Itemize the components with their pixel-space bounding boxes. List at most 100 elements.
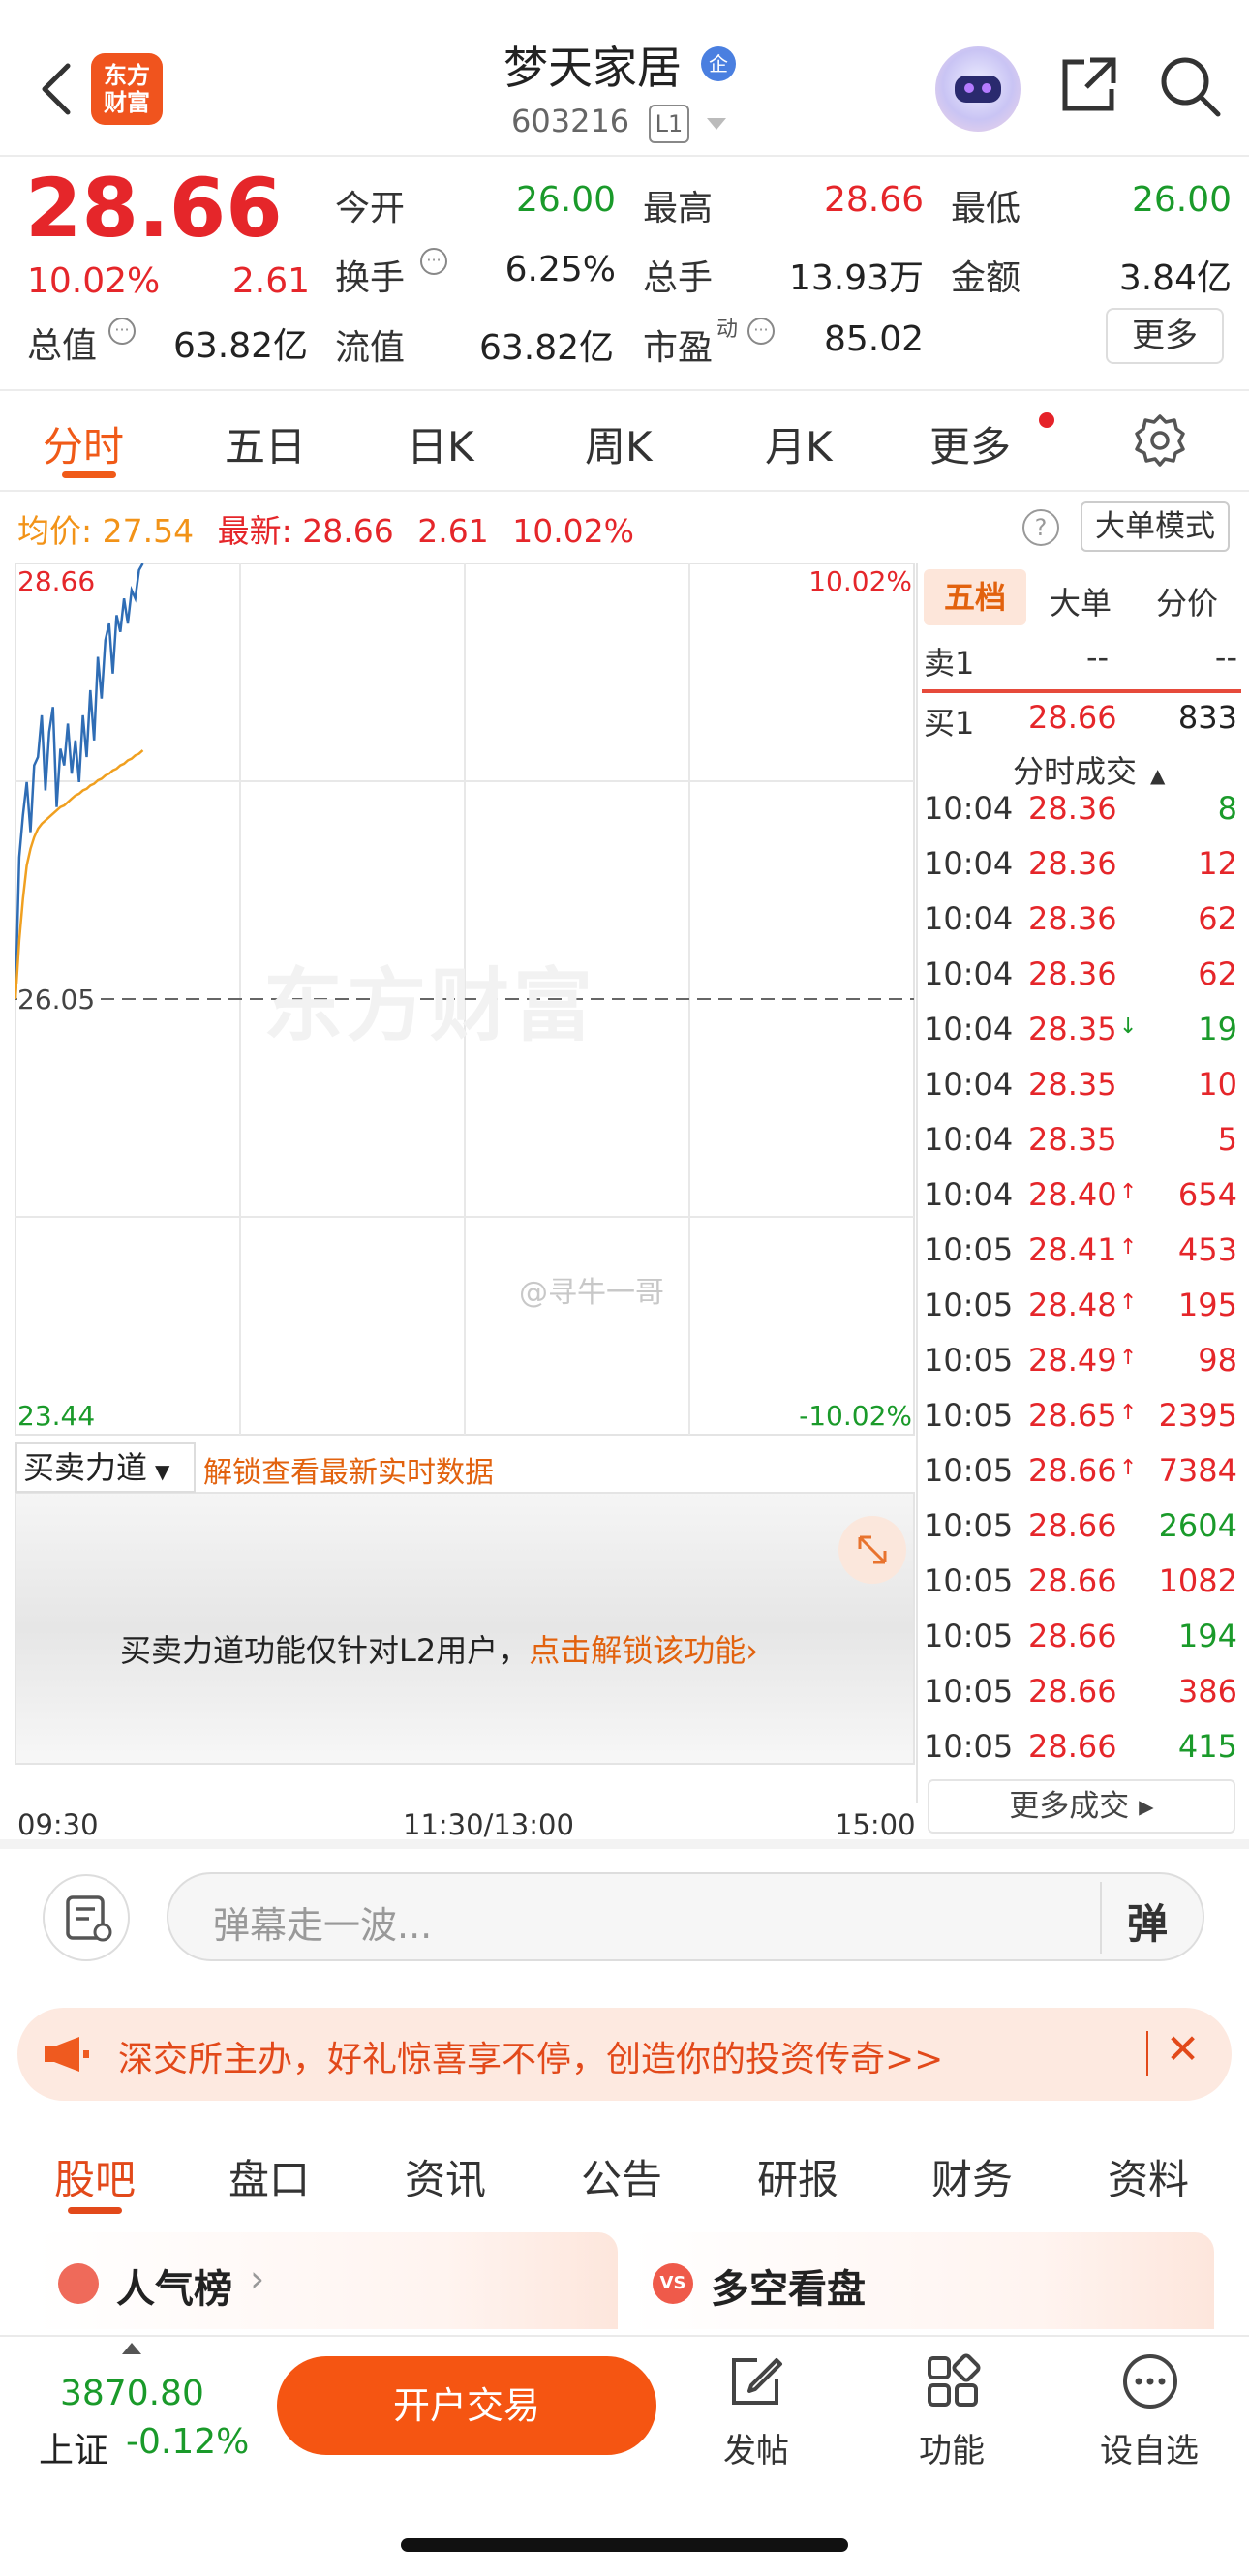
trade-time: 10:05 <box>924 1507 1014 1544</box>
side-tab-price-dist[interactable]: 分价 <box>1156 579 1218 623</box>
settings-gear-icon[interactable] <box>1133 412 1187 467</box>
features-label[interactable]: 功能 <box>889 2424 1015 2471</box>
share-icon[interactable] <box>1057 54 1119 116</box>
avg-price: 27.54 <box>102 512 195 550</box>
trade-price: 28.36 <box>1028 955 1117 992</box>
open-account-trade-button[interactable]: 开户交易 <box>277 2356 656 2455</box>
features-icon[interactable] <box>922 2350 984 2412</box>
long-short-title: 多空看盘 <box>711 2267 866 2312</box>
tab-daily-k[interactable]: 日K <box>407 414 474 473</box>
trade-price: 28.35 <box>1028 1121 1117 1158</box>
tab-more[interactable]: 更多 <box>929 414 1011 473</box>
danmu-settings-icon[interactable] <box>43 1874 130 1961</box>
index-name[interactable]: 上证 <box>39 2422 108 2472</box>
popularity-card[interactable]: 人气榜 › <box>35 2232 618 2329</box>
help-icon[interactable]: ? <box>1022 509 1059 546</box>
l2-notice: 买卖力道功能仅针对L2用户，点击解锁该功能› <box>120 1632 759 1669</box>
stat-label-amount: 金额 <box>951 258 1021 298</box>
dropdown-caret-icon[interactable] <box>707 118 726 130</box>
stat-low: 26.00 <box>1131 180 1232 220</box>
info-icon[interactable]: ··· <box>420 248 447 275</box>
search-icon[interactable] <box>1158 54 1222 118</box>
post-icon[interactable] <box>724 2350 786 2412</box>
more-stats-button[interactable]: 更多 <box>1106 308 1224 364</box>
stat-label-turnover: 换手 <box>335 258 406 298</box>
trade-price: 28.35 <box>1028 1066 1117 1103</box>
info-icon[interactable]: ··· <box>747 318 775 345</box>
info-icon[interactable]: ··· <box>108 318 136 345</box>
trade-time: 10:04 <box>924 1176 1014 1213</box>
tab-forum[interactable]: 股吧 <box>54 2147 136 2206</box>
more-trades-button[interactable]: 更多成交 ▸ <box>928 1779 1235 1834</box>
x-tick-close: 15:00 <box>835 1808 916 1841</box>
indicator-select[interactable]: 买卖力道 ▼ <box>15 1442 196 1493</box>
tab-research[interactable]: 研报 <box>757 2147 838 2206</box>
danmu-placeholder: 弹幕走一波... <box>213 1904 433 1947</box>
avg-price-label: 均价: <box>17 512 93 550</box>
post-label[interactable]: 发帖 <box>693 2424 819 2471</box>
stat-label-high: 最高 <box>643 189 714 228</box>
active-tab-indicator <box>62 471 116 478</box>
tab-order-book[interactable]: 盘口 <box>228 2147 310 2206</box>
image-credit: @寻牛一哥 <box>519 1276 664 1310</box>
long-short-card[interactable]: VS 多空看盘 <box>629 2232 1214 2329</box>
promo-banner[interactable]: 深交所主办，好礼惊喜享不停，创造你的投资传奇>> ✕ <box>17 2008 1232 2101</box>
trade-price: 28.66 <box>1028 1618 1117 1654</box>
index-change[interactable]: -0.12% <box>126 2422 249 2462</box>
side-tab-five-levels[interactable]: 五档 <box>924 569 1026 625</box>
popularity-title: 人气榜 <box>116 2267 232 2312</box>
up-arrow-icon: ↑ <box>1119 1235 1138 1259</box>
y-label-bottom-pct: -10.02% <box>799 1400 912 1432</box>
banner-close-icon[interactable]: ✕ <box>1166 2025 1200 2073</box>
stat-label-low: 最低 <box>951 189 1021 228</box>
trade-price: 28.48 <box>1028 1287 1117 1323</box>
y-label-ref: 26.05 <box>17 984 96 1015</box>
danmu-input[interactable]: 弹幕走一波... 弹 <box>167 1872 1204 1961</box>
assistant-avatar[interactable] <box>935 46 1021 132</box>
tab-news[interactable]: 资讯 <box>405 2147 486 2206</box>
trade-row: 10:05 28.66 ↑ 7384 <box>922 1452 1241 1507</box>
trade-volume: 386 <box>1177 1673 1237 1710</box>
brand-logo: 东方 财富 <box>91 53 163 125</box>
tab-five-day[interactable]: 五日 <box>225 414 306 473</box>
add-watchlist-label[interactable]: 设自选 <box>1086 2424 1212 2471</box>
add-watchlist-icon[interactable] <box>1119 2350 1181 2412</box>
danmu-toggle-icon[interactable]: 弹 <box>1127 1892 1168 1951</box>
tab-finance[interactable]: 财务 <box>931 2147 1013 2206</box>
tab-profile[interactable]: 资料 <box>1108 2147 1189 2206</box>
buy-1-row: 买1 28.66 833 <box>924 699 1237 742</box>
stat-float-value: 63.82亿 <box>478 328 614 368</box>
unlock-realtime-link[interactable]: 解锁查看最新实时数据 <box>203 1448 494 1491</box>
trade-time: 10:05 <box>924 1231 1014 1268</box>
trade-row: 10:05 28.66 386 <box>922 1673 1241 1728</box>
trade-price: 28.66 <box>1028 1673 1117 1710</box>
trade-volume: 415 <box>1177 1728 1237 1765</box>
intraday-chart[interactable] <box>15 563 916 1803</box>
trade-time: 10:04 <box>924 1011 1014 1047</box>
stat-label-total-value: 总值 <box>27 326 98 366</box>
trades-title[interactable]: 分时成交 ▲ <box>1013 747 1165 792</box>
tab-weekly-k[interactable]: 周K <box>585 414 653 473</box>
tab-intraday[interactable]: 分时 <box>43 414 124 473</box>
index-value[interactable]: 3870.80 <box>60 2374 204 2413</box>
latest-percent: 10.02% <box>512 512 635 550</box>
trade-time: 10:05 <box>924 1562 1014 1599</box>
expand-icon[interactable] <box>838 1516 906 1584</box>
down-arrow-icon: ↓ <box>1119 1015 1138 1039</box>
trade-volume: 98 <box>1198 1342 1237 1379</box>
back-icon[interactable] <box>35 60 77 118</box>
trade-row: 10:04 28.36 12 <box>922 845 1241 900</box>
latest-change: 2.61 <box>417 512 489 550</box>
trade-row: 10:05 28.66 194 <box>922 1618 1241 1673</box>
tab-announcements[interactable]: 公告 <box>581 2147 662 2206</box>
section-gap <box>0 1839 1249 1849</box>
side-tab-big-order[interactable]: 大单 <box>1050 579 1112 623</box>
home-indicator <box>401 2538 848 2552</box>
tab-monthly-k[interactable]: 月K <box>765 414 833 473</box>
unlock-feature-link[interactable]: 点击解锁该功能 <box>529 1632 746 1669</box>
trade-time: 10:05 <box>924 1452 1014 1489</box>
y-label-bottom: 23.44 <box>17 1400 96 1432</box>
trade-price: 28.40 <box>1028 1176 1117 1213</box>
big-order-mode-button[interactable]: 大单模式 <box>1081 501 1230 552</box>
up-arrow-icon: ↑ <box>1119 1401 1138 1425</box>
